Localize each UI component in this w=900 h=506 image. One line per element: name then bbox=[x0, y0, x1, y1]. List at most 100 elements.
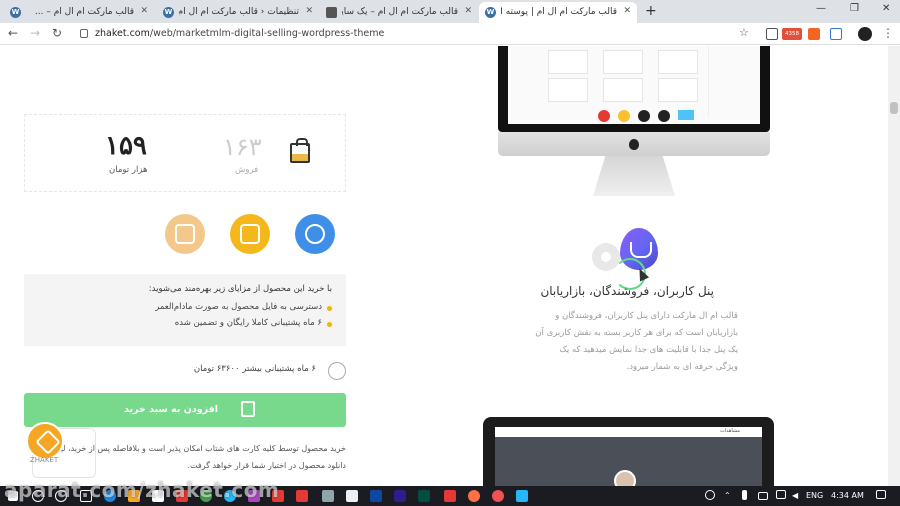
monitor-screen bbox=[508, 46, 760, 124]
zhaket-icon bbox=[326, 7, 337, 18]
extension-icon[interactable] bbox=[830, 28, 842, 40]
close-icon[interactable]: ✕ bbox=[623, 6, 631, 16]
screen-divider bbox=[708, 46, 709, 116]
screen-card bbox=[658, 50, 698, 74]
screen-card bbox=[548, 78, 588, 102]
watermark: aparat.com/zhaket.com bbox=[4, 478, 280, 502]
address-bar: ← → ↻ zhaket.com/web/marketmlm-digital-s… bbox=[0, 23, 900, 45]
wordpress-icon: W bbox=[163, 7, 174, 18]
browser-tab-bar: W قالب مارکت ام ال ام – ... ✕ W تنظیمات … bbox=[0, 0, 900, 23]
verified-badge-icon bbox=[295, 214, 335, 254]
language-indicator[interactable]: ENG bbox=[806, 491, 823, 500]
extension-icon[interactable] bbox=[808, 28, 820, 40]
camera-extension-icon[interactable] bbox=[766, 28, 778, 40]
app-icon[interactable] bbox=[346, 490, 358, 502]
screen-badge bbox=[678, 110, 694, 120]
app-icon[interactable] bbox=[516, 490, 528, 502]
price-unit: هزار تومان bbox=[109, 165, 148, 175]
screen-badge bbox=[598, 110, 610, 122]
feature-description: قالب ام ال مارکت دارای پنل کاربران، فروش… bbox=[520, 308, 738, 376]
profile-avatar[interactable] bbox=[858, 27, 872, 41]
forward-icon[interactable]: → bbox=[30, 26, 40, 40]
avatar bbox=[614, 470, 636, 486]
url-host: zhaket.com bbox=[95, 28, 150, 39]
apple-logo-icon bbox=[629, 139, 639, 150]
extension-badge[interactable]: 4358 bbox=[782, 28, 802, 40]
screen-badge bbox=[658, 110, 670, 122]
lock-icon bbox=[80, 29, 88, 38]
firefox-icon[interactable] bbox=[468, 490, 480, 502]
screen-card bbox=[548, 50, 588, 74]
page-content: ۱۵۹ هزار تومان ۱۶۳ فروش با خرید این محصو… bbox=[0, 46, 888, 486]
scrollbar[interactable] bbox=[888, 46, 900, 486]
features-intro: با خرید این محصول از مزایای زیر بهره‌مند… bbox=[148, 284, 332, 294]
feature-description-line: بازاریابان است که برای هر کاربر بسته به … bbox=[535, 328, 738, 338]
url-field[interactable]: zhaket.com/web/marketmlm-digital-selling… bbox=[95, 28, 384, 39]
close-icon[interactable]: ✕ bbox=[305, 6, 313, 16]
monitor-stand bbox=[593, 156, 675, 196]
volume-icon[interactable]: ◀ bbox=[792, 491, 798, 500]
browser-tab[interactable]: W تنظیمات ‹ قالب مارکت ام ال ام – ✕ bbox=[157, 2, 319, 23]
browser-tab[interactable]: قالب مارکت ام ال ام – یک سایت د ✕ bbox=[320, 2, 478, 23]
screen-card bbox=[603, 78, 643, 102]
maximize-icon[interactable]: ❐ bbox=[850, 3, 859, 14]
screen-badge bbox=[618, 110, 630, 122]
tab-title: قالب مارکت ام ال ام – ... bbox=[34, 7, 134, 17]
laptop-screen-header: مشاهدات bbox=[495, 427, 762, 437]
app-icon[interactable] bbox=[492, 490, 504, 502]
checkbox-icon[interactable] bbox=[328, 362, 346, 380]
creative-cloud-icon[interactable] bbox=[444, 490, 456, 502]
after-effects-icon[interactable] bbox=[394, 490, 406, 502]
tab-title: قالب مارکت ام ال ام – یک سایت د bbox=[342, 7, 458, 17]
tab-title: تنظیمات ‹ قالب مارکت ام ال ام – bbox=[179, 7, 299, 17]
monitor-mockup bbox=[498, 46, 770, 132]
audition-icon[interactable] bbox=[418, 490, 430, 502]
tab-title: قالب مارکت ام ال ام | پوسته MLM bbox=[501, 7, 617, 17]
close-icon[interactable]: ✕ bbox=[140, 6, 148, 16]
iran-map-badge-icon bbox=[165, 214, 205, 254]
sales-label: فروش bbox=[235, 165, 259, 175]
app-icon[interactable] bbox=[322, 490, 334, 502]
close-icon[interactable]: ✕ bbox=[464, 6, 472, 16]
media-player-icon[interactable] bbox=[296, 490, 308, 502]
screen-card bbox=[658, 78, 698, 102]
browser-tab[interactable]: W قالب مارکت ام ال ام – ... ✕ bbox=[4, 2, 154, 23]
add-to-cart-button[interactable]: افزودن به سبد خرید bbox=[24, 393, 346, 427]
extra-support-option[interactable]: ۶ ماه پشتیبانی بیشتر ۶۳۶۰۰ تومان bbox=[24, 364, 346, 374]
people-icon[interactable] bbox=[705, 490, 715, 500]
menu-icon[interactable]: ⋮ bbox=[882, 26, 894, 40]
reload-icon[interactable]: ↻ bbox=[52, 26, 62, 40]
microphone-icon[interactable] bbox=[742, 490, 747, 500]
scrollbar-thumb[interactable] bbox=[890, 102, 898, 114]
browser-tab-active[interactable]: W قالب مارکت ام ال ام | پوسته MLM ✕ bbox=[479, 2, 637, 23]
zhaket-floating-button[interactable] bbox=[26, 422, 64, 460]
price-value: ۱۵۹ bbox=[105, 131, 147, 161]
feature-item: دسترسی به فایل محصول به صورت مادام‌العمر bbox=[38, 302, 332, 312]
shopping-bag-icon bbox=[290, 138, 310, 163]
wordpress-icon: W bbox=[485, 7, 496, 18]
star-icon[interactable]: ☆ bbox=[739, 26, 749, 39]
feature-item: ۶ ماه پشتیبانی کاملا رایگان و تضمین شده bbox=[38, 318, 332, 328]
sales-count: ۱۶۳ bbox=[223, 133, 262, 161]
certificate-badge-icon bbox=[230, 214, 270, 254]
photoshop-icon[interactable] bbox=[370, 490, 382, 502]
laptop-header-text: مشاهدات bbox=[720, 428, 741, 434]
price-box: ۱۵۹ هزار تومان ۱۶۳ فروش bbox=[24, 114, 346, 192]
zhaket-logo-text: ZHAKET bbox=[30, 456, 59, 464]
feature-description-line: قالب ام ال مارکت دارای پنل کاربران، فروش… bbox=[555, 311, 738, 321]
notifications-icon[interactable] bbox=[876, 490, 886, 499]
chevron-up-icon[interactable]: ⌃ bbox=[724, 491, 731, 500]
add-to-cart-label: افزودن به سبد خرید bbox=[124, 404, 219, 415]
back-icon[interactable]: ← bbox=[8, 26, 18, 40]
new-tab-button[interactable]: + bbox=[645, 3, 657, 19]
network-icon[interactable] bbox=[776, 490, 786, 499]
feature-title: پنل کاربران، فروشندگان، بازاریابان bbox=[540, 284, 714, 298]
battery-icon[interactable] bbox=[758, 492, 768, 500]
wordpress-icon: W bbox=[10, 7, 21, 18]
close-window-icon[interactable]: ✕ bbox=[882, 3, 890, 14]
features-box: با خرید این محصول از مزایای زیر بهره‌مند… bbox=[24, 274, 346, 346]
feature-description-line: ویژگی حرفه ای به شمار میرود. bbox=[626, 362, 738, 372]
clock[interactable]: 4:34 AM bbox=[831, 491, 864, 500]
shopping-bag-icon bbox=[241, 401, 255, 417]
minimize-icon[interactable]: — bbox=[816, 3, 826, 14]
